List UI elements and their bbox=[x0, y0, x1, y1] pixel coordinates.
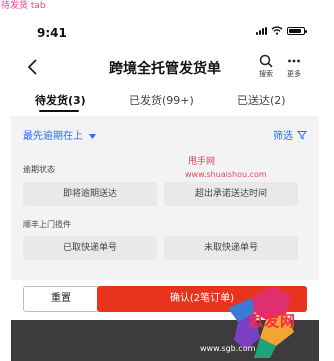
option-about-to-overdue[interactable]: 即将逾期送达 bbox=[23, 182, 157, 206]
option-tracking-taken[interactable]: 已取快递单号 bbox=[23, 236, 157, 260]
page-tag: 待发货 tab bbox=[1, 1, 46, 11]
battery-icon bbox=[287, 26, 307, 35]
funnel-icon bbox=[297, 130, 307, 140]
nav-bar: 跨境全托管发货单 搜索 更多 bbox=[11, 52, 319, 82]
search-icon bbox=[259, 54, 273, 68]
reset-button[interactable]: 重置 bbox=[23, 286, 99, 312]
tab-pending-shipment[interactable]: 待发货(3) bbox=[35, 92, 86, 108]
tab-bar: 待发货(3) 已发货(99+) 已送达(2) bbox=[11, 88, 319, 116]
active-tab-indicator bbox=[39, 110, 79, 112]
watermark-text: 甩手网 bbox=[188, 157, 216, 167]
status-icons bbox=[256, 26, 307, 35]
sort-dropdown[interactable]: 最先逾期在上 bbox=[23, 127, 97, 142]
filter-button[interactable]: 筛选 bbox=[273, 127, 307, 142]
tab-shipped[interactable]: 已发货(99+) bbox=[129, 92, 194, 108]
watermark-url: www.shuaishou.com bbox=[185, 170, 267, 179]
search-label: 搜索 bbox=[259, 70, 273, 78]
option-tracking-not-taken[interactable]: 未取快递单号 bbox=[164, 236, 298, 260]
section-label-overdue-status: 逾期状态 bbox=[23, 165, 55, 174]
wifi-icon bbox=[271, 26, 283, 35]
watermark-footer-url: www.sgb.com bbox=[200, 344, 256, 353]
section-label-sf-pickup: 顺丰上门揽件 bbox=[23, 220, 71, 229]
signal-icon bbox=[256, 26, 267, 35]
sort-label: 最先逾期在上 bbox=[23, 131, 83, 142]
more-label: 更多 bbox=[287, 70, 301, 78]
caret-down-icon bbox=[89, 133, 97, 139]
filter-bar: 最先逾期在上 筛选 bbox=[11, 122, 319, 146]
option-exceeded-commitment[interactable]: 超出承诺送达时间 bbox=[164, 182, 298, 206]
more-button[interactable]: 更多 bbox=[280, 54, 308, 79]
watermark-logo-text: 思发网 bbox=[248, 312, 297, 330]
status-time: 9:41 bbox=[37, 26, 67, 40]
filter-panel: 逾期状态 即将逾期送达 超出承诺送达时间 顺丰上门揽件 已取快递单号 未取快递单… bbox=[11, 152, 319, 276]
search-button[interactable]: 搜索 bbox=[252, 54, 280, 79]
filter-label: 筛选 bbox=[273, 131, 293, 142]
tab-delivered[interactable]: 已送达(2) bbox=[237, 92, 286, 108]
header-area: 9:41 跨境全托管发货单 搜索 更多 待发货(3) 已发货(99+) 已送达(… bbox=[11, 16, 319, 116]
more-icon bbox=[288, 59, 300, 63]
